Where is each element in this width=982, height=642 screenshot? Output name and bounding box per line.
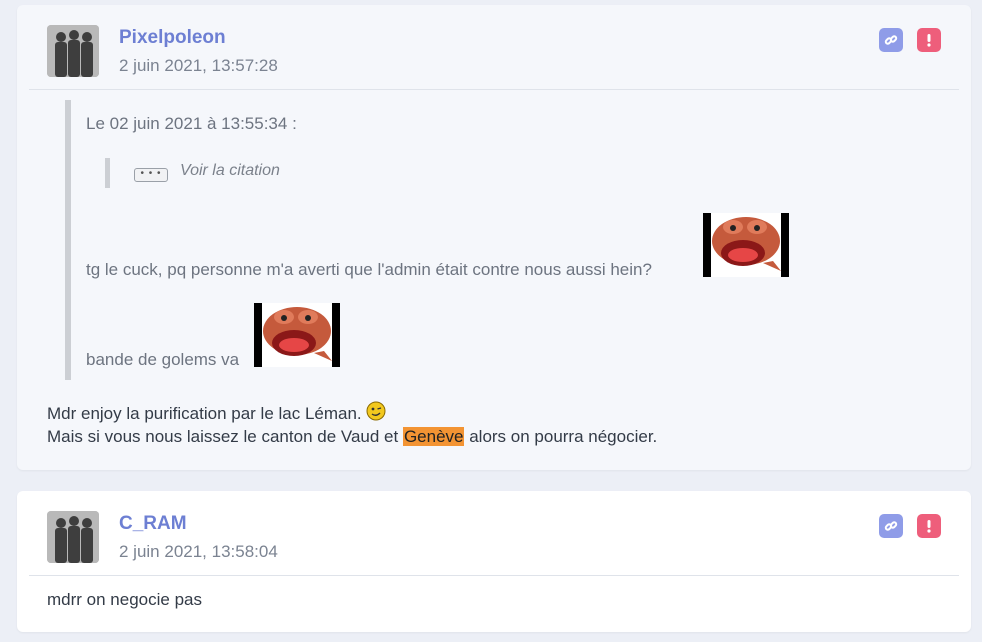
link-icon bbox=[884, 521, 898, 531]
quote-header: Le 02 juin 2021 à 13:55:34 : bbox=[86, 114, 297, 133]
post-text: alors on pourra négocier. bbox=[464, 427, 658, 446]
message-post: Pixelpoleon 2 juin 2021, 13:57:28 Le 02 … bbox=[17, 5, 971, 470]
post-text-line: Mdr enjoy la purification par le lac Lém… bbox=[47, 401, 386, 424]
user-avatar[interactable] bbox=[47, 25, 99, 77]
post-text-line: Mais si vous nous laissez le canton de V… bbox=[47, 427, 657, 447]
view-quote-label[interactable]: Voir la citation bbox=[180, 162, 280, 180]
header-divider bbox=[29, 575, 959, 576]
silhouettes-icon bbox=[47, 511, 99, 563]
post-author[interactable]: C_RAM bbox=[119, 513, 187, 535]
permalink-button[interactable] bbox=[879, 28, 903, 52]
header-divider bbox=[29, 89, 959, 90]
quote-line: tg le cuck, pq personne m'a averti que l… bbox=[86, 260, 652, 279]
winking-smiley-icon bbox=[366, 401, 386, 421]
nested-quote: • • • Voir la citation bbox=[105, 158, 410, 188]
message-post: C_RAM 2 juin 2021, 13:58:04 mdrr on nego… bbox=[17, 491, 971, 632]
expand-quote-button[interactable]: • • • bbox=[134, 168, 168, 182]
report-button[interactable] bbox=[917, 514, 941, 538]
post-author[interactable]: Pixelpoleon bbox=[119, 27, 226, 49]
silhouettes-icon bbox=[47, 25, 99, 77]
angry-pepe-sticker bbox=[703, 213, 789, 277]
exclamation-icon bbox=[927, 34, 931, 47]
post-text: Mdr enjoy la purification par le lac Lém… bbox=[47, 404, 362, 423]
post-text: mdrr on negocie pas bbox=[47, 590, 202, 609]
permalink-button[interactable] bbox=[879, 514, 903, 538]
quote-line: bande de golems va bbox=[86, 350, 240, 369]
quote-block: Le 02 juin 2021 à 13:55:34 : • • • Voir … bbox=[65, 100, 951, 380]
exclamation-icon bbox=[927, 520, 931, 533]
highlighted-word: Genève bbox=[402, 427, 465, 446]
user-avatar[interactable] bbox=[47, 511, 99, 563]
report-button[interactable] bbox=[917, 28, 941, 52]
post-text: Mais si vous nous laissez le canton de V… bbox=[47, 427, 403, 446]
post-date: 2 juin 2021, 13:58:04 bbox=[119, 542, 278, 561]
link-icon bbox=[884, 35, 898, 45]
angry-pepe-sticker bbox=[254, 303, 340, 367]
post-date: 2 juin 2021, 13:57:28 bbox=[119, 56, 278, 75]
